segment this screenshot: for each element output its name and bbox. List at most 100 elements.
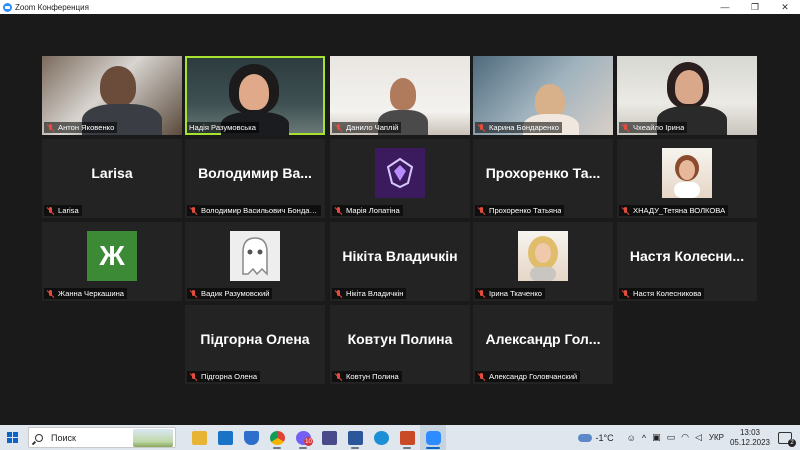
participant-tile-t7[interactable]: Володимир Ва... Володимир Васильович Бон… xyxy=(185,139,325,218)
participant-tile-t2[interactable]: Надія Разумовська xyxy=(185,56,325,135)
folder-icon xyxy=(191,430,207,445)
mail-icon xyxy=(217,430,233,445)
start-button[interactable] xyxy=(0,425,24,450)
edge-icon xyxy=(373,430,389,445)
taskbar-viber[interactable]: 10 xyxy=(290,425,316,450)
person-photo-icon xyxy=(674,155,700,198)
participant-display-name: Володимир Ва... xyxy=(198,165,312,181)
search-label: Поиск xyxy=(51,432,76,443)
word-icon xyxy=(347,430,363,445)
participant-name: Настя Колесникова xyxy=(633,289,702,298)
participant-tile-t4[interactable]: Карина Бондаренко xyxy=(473,56,613,135)
participant-tile-t9[interactable]: Прохоренко Та... Прохоренко Татьяна xyxy=(473,139,613,218)
participant-nameplate: Підгорна Олена xyxy=(187,371,261,382)
participant-name: Александр Головчанский xyxy=(489,372,578,381)
participant-display-name: Ковтун Полина xyxy=(347,331,453,347)
participant-nameplate: Карина Бондаренко xyxy=(475,122,562,133)
participant-tile-t12[interactable]: Вадик Разумовский xyxy=(185,222,325,301)
taskbar-save-app[interactable] xyxy=(316,425,342,450)
taskbar-chrome[interactable] xyxy=(264,425,290,450)
participant-tile-t14[interactable]: Ірина Ткаченко xyxy=(473,222,613,301)
taskbar-word[interactable] xyxy=(342,425,368,450)
window-title: Zoom Конференция xyxy=(15,2,89,12)
participant-name: Карина Бондаренко xyxy=(489,123,559,132)
participant-tile-t8[interactable]: Марія Лопатіна xyxy=(330,139,470,218)
taskbar-pdf[interactable] xyxy=(394,425,420,450)
participant-name: Надія Разумовська xyxy=(189,123,256,132)
battery-icon[interactable]: ▭ xyxy=(667,432,676,443)
muted-mic-icon xyxy=(334,289,343,298)
notification-badge: 10 xyxy=(304,437,313,446)
profile-photo xyxy=(662,148,712,198)
taskbar-file-explorer[interactable] xyxy=(186,425,212,450)
language-indicator[interactable]: УКР xyxy=(709,433,724,442)
muted-mic-icon xyxy=(46,123,55,132)
muted-mic-icon xyxy=(46,206,55,215)
participant-display-name: Александр Гол... xyxy=(485,331,601,347)
participant-tile-t5[interactable]: Чхеайло Ірина xyxy=(617,56,757,135)
notifications-icon[interactable]: 2 xyxy=(778,431,796,447)
participant-tile-t17[interactable]: Ковтун Полина Ковтун Полина xyxy=(330,305,470,384)
weather-widget[interactable]: -1°C xyxy=(577,432,614,443)
participant-display-name: Larisa xyxy=(91,165,133,181)
wifi-icon[interactable]: ◠ xyxy=(681,432,689,443)
people-icon[interactable]: ☺ xyxy=(627,433,636,443)
profile-avatar xyxy=(230,231,280,281)
muted-mic-icon xyxy=(621,123,630,132)
participant-tile-t10[interactable]: ХНАДУ_Тетяна ВОЛКОВА xyxy=(617,139,757,218)
muted-mic-icon xyxy=(621,289,630,298)
muted-mic-icon xyxy=(189,372,198,381)
participant-nameplate: Надія Разумовська xyxy=(187,122,259,133)
clock[interactable]: 13:03 05.12.2023 xyxy=(730,428,770,448)
restore-button[interactable]: ❐ xyxy=(740,0,770,14)
close-button[interactable]: ✕ xyxy=(770,0,800,14)
taskbar-search[interactable]: Поиск xyxy=(28,427,176,448)
participant-nameplate: Ірина Ткаченко xyxy=(475,288,545,299)
participant-video-figure xyxy=(100,66,136,106)
taskbar: Поиск 10 -1°C ☺ ^ ▣ ▭ ◠ ◁ УКР 13:03 05.1… xyxy=(0,425,800,450)
taskbar-mail[interactable] xyxy=(212,425,238,450)
chevron-up-icon[interactable]: ^ xyxy=(642,433,646,443)
participant-name: Ірина Ткаченко xyxy=(489,289,542,298)
participant-nameplate: Larisa xyxy=(44,205,82,216)
minimize-button[interactable]: — xyxy=(710,0,740,14)
participant-tile-t16[interactable]: Підгорна Олена Підгорна Олена xyxy=(185,305,325,384)
taskbar-zoom[interactable] xyxy=(420,425,446,450)
title-bar: Zoom Конференция — ❐ ✕ xyxy=(0,0,800,14)
participant-name: Larisa xyxy=(58,206,79,215)
taskbar-edge[interactable] xyxy=(368,425,394,450)
muted-mic-icon xyxy=(334,372,343,381)
participant-nameplate: Прохоренко Татьяна xyxy=(475,205,565,216)
muted-mic-icon xyxy=(189,289,198,298)
participant-display-name: Нікіта Владичкін xyxy=(342,248,458,264)
muted-mic-icon xyxy=(189,206,198,215)
participant-display-name: Підгорна Олена xyxy=(200,331,310,347)
participant-tile-t6[interactable]: Larisa Larisa xyxy=(42,139,182,218)
participant-display-name: Настя Колесни... xyxy=(629,248,745,264)
volume-icon[interactable]: ◁ xyxy=(695,432,702,443)
participant-tile-t15[interactable]: Настя Колесни... Настя Колесникова xyxy=(617,222,757,301)
participant-tile-t1[interactable]: Антон Яковенко xyxy=(42,56,182,135)
participant-name: Марія Лопатіна xyxy=(346,206,400,215)
participant-tile-t18[interactable]: Александр Гол... Александр Головчанский xyxy=(473,305,613,384)
participant-tile-t3[interactable]: Данило Чаплій xyxy=(330,56,470,135)
participant-video-figure xyxy=(390,78,416,110)
participant-name: Прохоренко Татьяна xyxy=(489,206,562,215)
participant-name: Ковтун Полина xyxy=(346,372,399,381)
search-icon xyxy=(35,433,43,442)
weather-temp: -1°C xyxy=(595,432,614,443)
participant-tile-t11[interactable]: Ж Жанна Черкашина xyxy=(42,222,182,301)
participant-nameplate: Данило Чаплій xyxy=(332,122,402,133)
participant-nameplate: Настя Колесникова xyxy=(619,288,705,299)
camera-icon[interactable]: ▣ xyxy=(652,432,661,443)
zoom-app-icon xyxy=(3,2,12,12)
pdf-icon xyxy=(399,430,415,445)
muted-mic-icon xyxy=(477,206,486,215)
system-tray: -1°C ☺ ^ ▣ ▭ ◠ ◁ УКР 13:03 05.12.2023 2 xyxy=(577,425,800,450)
participant-name: Нікіта Владичкін xyxy=(346,289,404,298)
taskbar-defender[interactable] xyxy=(238,425,264,450)
participant-nameplate: Володимир Васильович Бондаре... xyxy=(187,205,321,216)
participant-tile-t13[interactable]: Нікіта Владичкін Нікіта Владичкін xyxy=(330,222,470,301)
windows-logo-icon xyxy=(6,432,18,443)
participant-nameplate: Антон Яковенко xyxy=(44,122,118,133)
